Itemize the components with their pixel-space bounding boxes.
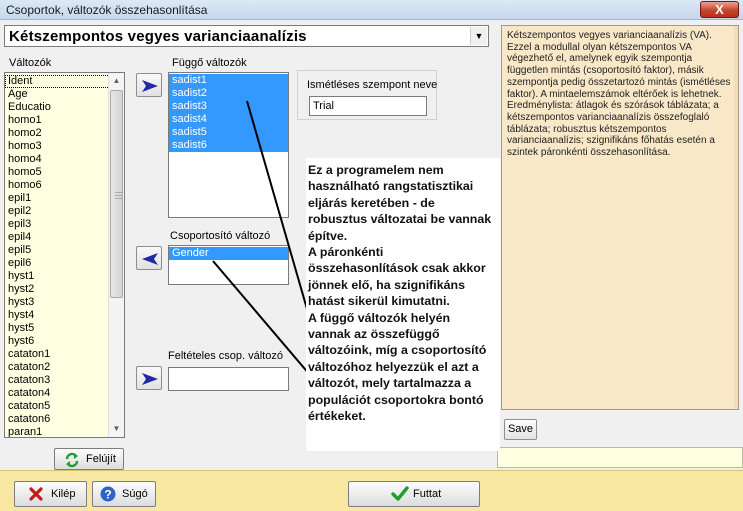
annotation-line: A függő változók helyén <box>308 310 451 325</box>
annotation-line: építve. <box>308 228 348 243</box>
annotation-line: értékeket. <box>308 409 366 424</box>
close-icon <box>29 487 43 501</box>
annotation-line: eljárás keretében - de <box>308 195 435 210</box>
annotation-line: populációt csoportokra bontó <box>308 392 484 407</box>
annotation-line: robusztus változatai be vannak <box>308 212 492 227</box>
run-button-label: Futtat <box>413 488 442 500</box>
annotation-callout: Ez a programelem nem használható rangstat… <box>306 158 500 451</box>
help-button[interactable]: ? Súgó <box>92 481 156 507</box>
annotation-line: használható rangstatisztikai <box>308 179 474 194</box>
annotation-line: Ez a programelem nem <box>308 163 444 177</box>
annotation-line: jönnek elő, ha szignifikáns <box>308 277 465 292</box>
exit-button[interactable]: Kilép <box>14 481 87 507</box>
annotation-line: változóink, míg a csoportosító <box>308 343 487 358</box>
help-button-label: Súgó <box>122 488 148 500</box>
exit-button-label: Kilép <box>51 488 76 500</box>
refresh-button[interactable]: Felújít <box>54 448 124 470</box>
annotation-line: vannak az összefüggő <box>308 327 440 342</box>
help-icon: ? <box>100 486 116 502</box>
checkmark-icon <box>391 486 409 501</box>
run-button[interactable]: Futtat <box>348 481 480 507</box>
svg-text:?: ? <box>104 488 111 502</box>
annotation-line: változóhoz helyezzük el azt a <box>308 359 479 374</box>
annotation-line: A páronkénti <box>308 245 384 260</box>
refresh-icon <box>65 452 79 468</box>
annotation-line: hatást sikerül kimutatni. <box>308 294 450 309</box>
refresh-button-label: Felújít <box>86 453 116 465</box>
annotation-line: összehasonlítások csak akkor <box>308 261 486 276</box>
annotation-line: változót, mely tartalmazza a <box>308 376 472 391</box>
